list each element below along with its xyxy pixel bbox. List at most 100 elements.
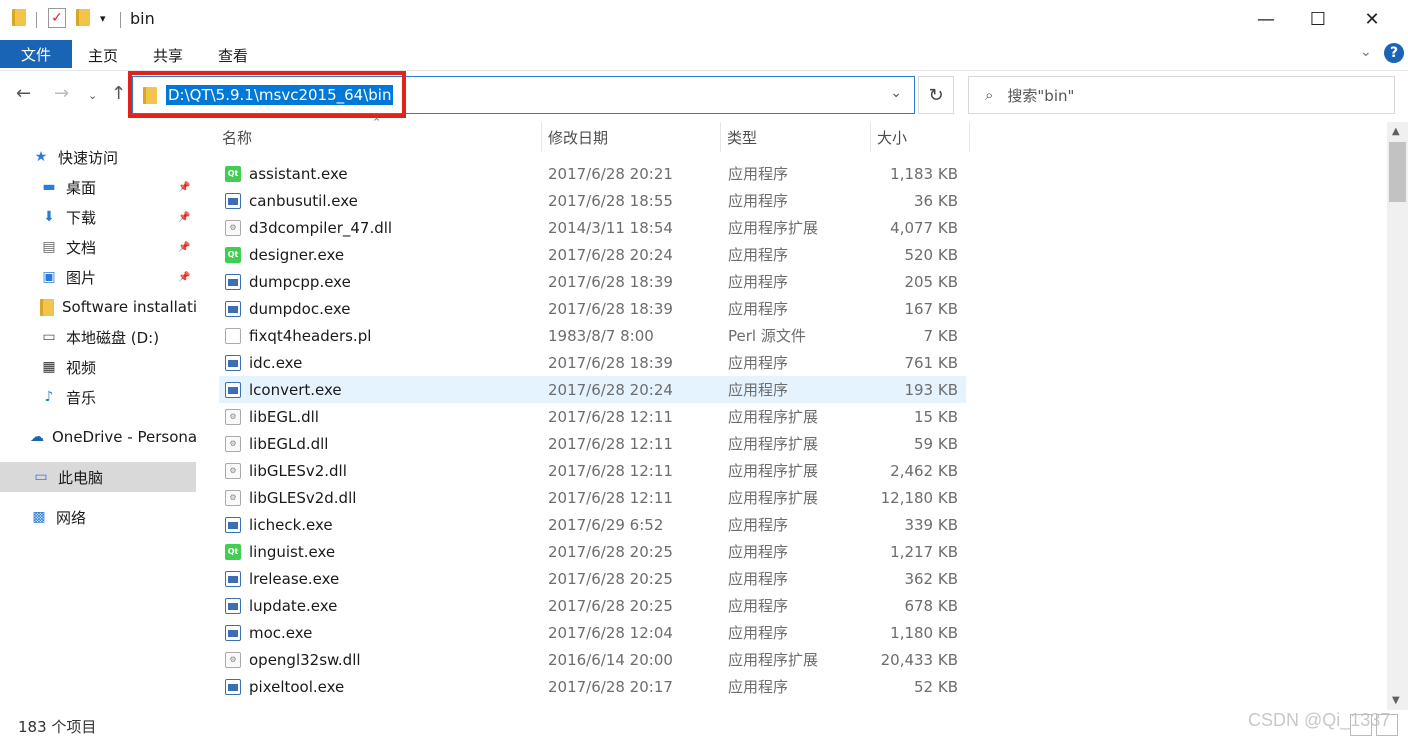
dll-file-icon: ⚙	[225, 219, 241, 236]
table-row[interactable]: idc.exe 2017/6/28 18:39 应用程序 761 KB	[219, 349, 966, 376]
refresh-button[interactable]: ↻	[918, 76, 954, 114]
sidebar-item-label: 图片	[66, 268, 97, 287]
file-date: 2016/6/14 20:00	[548, 650, 673, 669]
sidebar-item[interactable]: ▣ 图片 📌	[0, 262, 196, 292]
close-button[interactable]: ✕	[1346, 0, 1398, 38]
table-row[interactable]: lupdate.exe 2017/6/28 20:25 应用程序 678 KB	[219, 592, 966, 619]
scroll-down-arrow-icon[interactable]: ▼	[1392, 695, 1400, 706]
column-divider[interactable]	[720, 122, 721, 152]
new-folder-icon[interactable]	[76, 9, 90, 26]
sidebar-item[interactable]: ☁ OneDrive - Persona	[0, 422, 196, 452]
file-type: 应用程序	[728, 165, 789, 183]
sidebar-item[interactable]: Software installati	[0, 292, 196, 322]
help-button[interactable]: ?	[1384, 43, 1404, 63]
table-row[interactable]: Qt assistant.exe 2017/6/28 20:21 应用程序 1,183 …	[219, 160, 966, 187]
sidebar-item[interactable]: ⬇ 下载 📌	[0, 202, 196, 232]
column-header-date[interactable]: 修改日期	[544, 122, 720, 152]
file-size: 1,217 KB	[890, 542, 958, 561]
file-size: 59 KB	[914, 434, 958, 453]
table-row[interactable]: ⚙ libEGL.dll 2017/6/28 12:11 应用程序扩展 15 KB	[219, 403, 966, 430]
sidebar-item[interactable]: ▤ 文档 📌	[0, 232, 196, 262]
file-name: linguist.exe	[249, 542, 336, 561]
application-icon	[225, 597, 241, 614]
scroll-up-arrow-icon[interactable]: ▲	[1392, 126, 1400, 137]
sidebar-item[interactable]: ♪ 音乐	[0, 382, 196, 412]
file-size: 2,462 KB	[890, 461, 958, 480]
column-header-name[interactable]: 名称	[218, 122, 542, 152]
sidebar-item[interactable]: ▬ 桌面 📌	[0, 172, 196, 202]
customize-toolbar-icon[interactable]: ▾	[100, 12, 106, 25]
table-row[interactable]: lconvert.exe 2017/6/28 20:24 应用程序 193 KB	[219, 376, 966, 403]
table-row[interactable]: ⚙ d3dcompiler_47.dll 2014/3/11 18:54 应用程序扩展…	[219, 214, 966, 241]
file-name: libEGL.dll	[249, 407, 319, 426]
file-date: 2017/6/28 20:25	[548, 596, 673, 615]
file-name: dumpdoc.exe	[249, 299, 351, 318]
application-icon	[225, 570, 241, 587]
file-name: moc.exe	[249, 623, 313, 642]
file-size: 362 KB	[904, 569, 958, 588]
table-row[interactable]: pixeltool.exe 2017/6/28 20:17 应用程序 52 KB	[219, 673, 966, 700]
application-icon	[225, 516, 241, 533]
large-icons-view-button[interactable]	[1376, 714, 1398, 736]
table-row[interactable]: Qt designer.exe 2017/6/28 20:24 应用程序 520 KB	[219, 241, 966, 268]
table-row[interactable]: licheck.exe 2017/6/29 6:52 应用程序 339 KB	[219, 511, 966, 538]
file-date: 2017/6/28 12:11	[548, 488, 673, 507]
file-name: lupdate.exe	[249, 596, 338, 615]
scrollbar-thumb[interactable]	[1389, 142, 1406, 202]
table-row[interactable]: moc.exe 2017/6/28 12:04 应用程序 1,180 KB	[219, 619, 966, 646]
refresh-icon: ↻	[928, 84, 944, 106]
file-date: 2017/6/28 12:04	[548, 623, 673, 642]
window-title: bin	[130, 9, 155, 28]
sidebar-item[interactable]: ▦ 视频	[0, 352, 196, 382]
expand-ribbon-icon[interactable]: ⌄	[1360, 44, 1372, 60]
file-date: 2017/6/28 12:11	[548, 434, 673, 453]
file-date: 2017/6/28 12:11	[548, 461, 673, 480]
properties-check-icon[interactable]: ✓	[48, 8, 66, 28]
recent-locations-chevron-icon[interactable]: ⌄	[88, 89, 97, 102]
tab-file[interactable]: 文件	[0, 40, 72, 68]
sidebar-item[interactable]: ▩ 网络	[0, 502, 196, 532]
search-placeholder: 搜索"bin"	[1007, 86, 1075, 105]
desktop-icon: ▬	[42, 179, 56, 195]
table-row[interactable]: dumpcpp.exe 2017/6/28 18:39 应用程序 205 KB	[219, 268, 966, 295]
column-divider[interactable]	[870, 122, 871, 152]
vertical-scrollbar[interactable]: ▲ ▼	[1387, 122, 1408, 710]
file-size: 7 KB	[923, 326, 958, 345]
column-header-size[interactable]: 大小	[873, 122, 970, 152]
table-row[interactable]: fixqt4headers.pl 1983/8/7 8:00 Perl 源文件 7 K…	[219, 322, 966, 349]
file-type: 应用程序扩展	[728, 408, 819, 426]
table-row[interactable]: ⚙ libGLESv2.dll 2017/6/28 12:11 应用程序扩展 2,462…	[219, 457, 966, 484]
table-row[interactable]: dumpdoc.exe 2017/6/28 18:39 应用程序 167 KB	[219, 295, 966, 322]
sidebar-item[interactable]: ★ 快速访问	[0, 142, 196, 172]
table-row[interactable]: ⚙ libGLESv2d.dll 2017/6/28 12:11 应用程序扩展 12,1…	[219, 484, 966, 511]
up-arrow-icon[interactable]: ↑	[111, 83, 126, 104]
file-date: 2017/6/28 20:24	[548, 380, 673, 399]
search-input[interactable]: ⌕ 搜索"bin"	[968, 76, 1395, 114]
tab-share[interactable]: 共享	[136, 42, 200, 68]
table-row[interactable]: ⚙ opengl32sw.dll 2016/6/14 20:00 应用程序扩展 20,4…	[219, 646, 966, 673]
minimize-button[interactable]: —	[1240, 0, 1292, 38]
back-arrow-icon[interactable]: ←	[16, 83, 31, 104]
tab-view[interactable]: 查看	[201, 42, 265, 68]
dll-file-icon: ⚙	[225, 651, 241, 668]
details-view-button[interactable]	[1350, 714, 1372, 736]
table-row[interactable]: Qt linguist.exe 2017/6/28 20:25 应用程序 1,217 K…	[219, 538, 966, 565]
sidebar-item[interactable]: ▭ 本地磁盘 (D:)	[0, 322, 196, 352]
dll-file-icon: ⚙	[225, 462, 241, 479]
maximize-button[interactable]: ☐	[1292, 0, 1344, 38]
sidebar-item-label: 下载	[66, 208, 97, 227]
table-row[interactable]: lrelease.exe 2017/6/28 20:25 应用程序 362 KB	[219, 565, 966, 592]
file-type: 应用程序	[728, 246, 789, 264]
column-header-type[interactable]: 类型	[723, 122, 871, 152]
table-row[interactable]: canbusutil.exe 2017/6/28 18:55 应用程序 36 KB	[219, 187, 966, 214]
drive-icon: ▭	[42, 329, 56, 345]
sidebar-item[interactable]: ▭ 此电脑	[0, 462, 196, 492]
address-dropdown-chevron-icon[interactable]: ⌄	[890, 85, 902, 101]
tab-home[interactable]: 主页	[71, 42, 135, 68]
file-type: 应用程序	[728, 192, 789, 210]
forward-arrow-icon[interactable]: →	[54, 83, 69, 104]
table-row[interactable]: ⚙ libEGLd.dll 2017/6/28 12:11 应用程序扩展 59 KB	[219, 430, 966, 457]
sidebar-item-label: OneDrive - Persona	[52, 428, 196, 446]
column-divider[interactable]	[541, 122, 542, 152]
column-divider[interactable]	[969, 122, 970, 152]
